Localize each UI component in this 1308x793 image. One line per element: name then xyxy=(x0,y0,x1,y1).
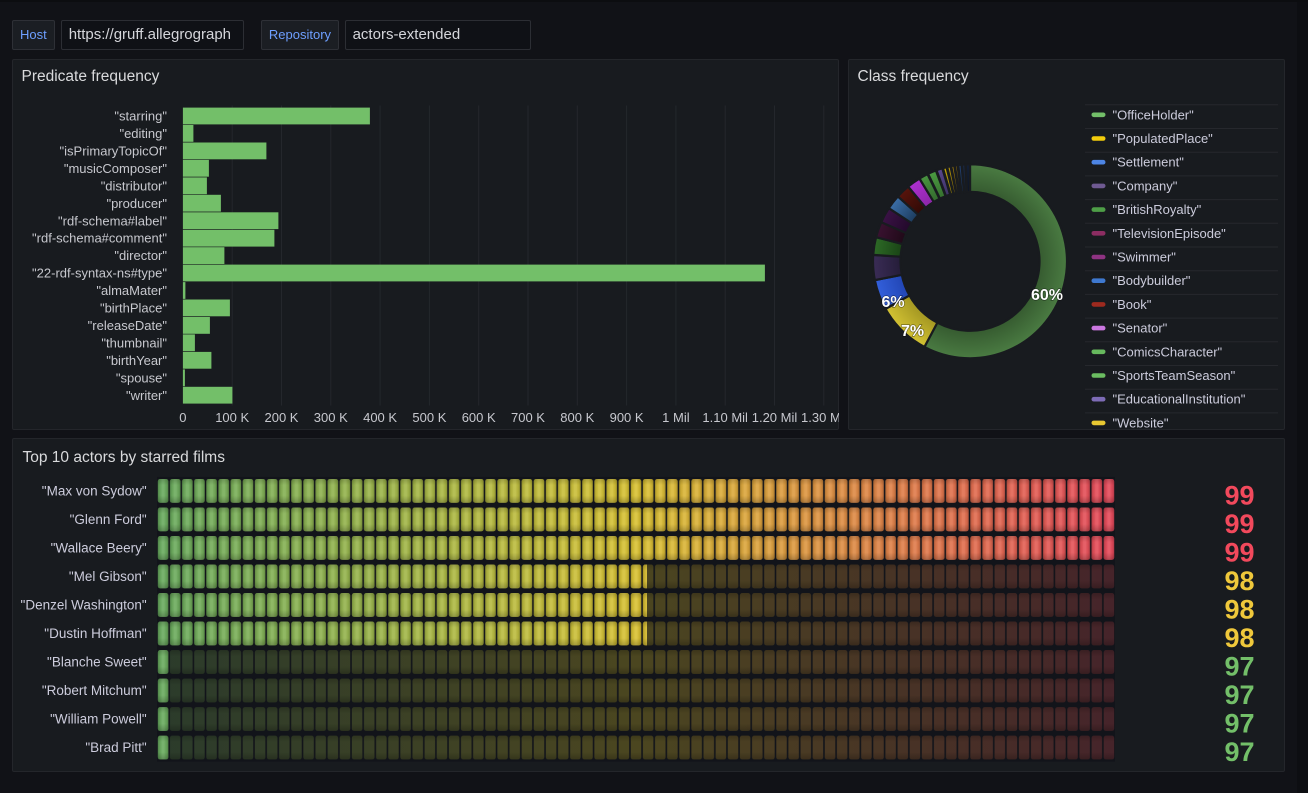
svg-text:"musicComposer": "musicComposer" xyxy=(63,161,167,176)
svg-text:"William Powell": "William Powell" xyxy=(50,711,147,726)
svg-text:"editing": "editing" xyxy=(119,126,167,141)
svg-text:700 K: 700 K xyxy=(511,410,545,425)
svg-text:99: 99 xyxy=(1224,508,1254,538)
svg-text:300 K: 300 K xyxy=(313,410,347,425)
svg-text:"Senator": "Senator" xyxy=(1113,320,1168,335)
svg-text:"PopulatedPlace": "PopulatedPlace" xyxy=(1113,131,1214,146)
svg-text:"OfficeHolder": "OfficeHolder" xyxy=(1113,107,1195,122)
svg-text:800 K: 800 K xyxy=(560,410,594,425)
svg-text:"Mel Gibson": "Mel Gibson" xyxy=(68,569,146,584)
svg-text:"SportsTeamSeason": "SportsTeamSeason" xyxy=(1113,368,1236,383)
svg-text:"almaMater": "almaMater" xyxy=(96,283,167,298)
svg-text:99: 99 xyxy=(1224,480,1254,510)
svg-text:"TelevisionEpisode": "TelevisionEpisode" xyxy=(1113,225,1227,240)
svg-text:"Denzel Washington": "Denzel Washington" xyxy=(20,597,146,612)
svg-text:"director": "director" xyxy=(114,248,167,263)
svg-text:97: 97 xyxy=(1224,651,1254,681)
svg-text:1.10 Mil: 1.10 Mil xyxy=(702,410,748,425)
svg-text:60%: 60% xyxy=(1031,286,1063,303)
svg-text:"Swimmer": "Swimmer" xyxy=(1113,249,1177,264)
svg-text:"birthPlace": "birthPlace" xyxy=(99,300,166,315)
svg-text:"releaseDate": "releaseDate" xyxy=(87,318,167,333)
svg-text:"Wallace Beery": "Wallace Beery" xyxy=(50,540,146,555)
svg-text:"Max von Sydow": "Max von Sydow" xyxy=(41,483,146,498)
svg-text:"EducationalInstitution": "EducationalInstitution" xyxy=(1113,391,1246,406)
svg-text:98: 98 xyxy=(1224,566,1254,596)
svg-text:99: 99 xyxy=(1224,537,1254,567)
svg-text:6%: 6% xyxy=(881,293,904,310)
svg-text:500 K: 500 K xyxy=(412,410,446,425)
svg-text:"Bodybuilder": "Bodybuilder" xyxy=(1113,273,1191,288)
svg-text:"starring": "starring" xyxy=(114,108,167,123)
svg-text:200 K: 200 K xyxy=(264,410,298,425)
svg-text:400 K: 400 K xyxy=(363,410,397,425)
svg-text:Top 10 actors by starred films: Top 10 actors by starred films xyxy=(22,449,225,466)
svg-text:"Company": "Company" xyxy=(1113,178,1178,193)
svg-text:1.20 Mil: 1.20 Mil xyxy=(751,410,797,425)
svg-text:98: 98 xyxy=(1224,594,1254,624)
svg-text:"Robert Mitchum": "Robert Mitchum" xyxy=(41,683,146,698)
svg-text:97: 97 xyxy=(1224,680,1254,710)
svg-text:0: 0 xyxy=(179,410,186,425)
svg-text:"thumbnail": "thumbnail" xyxy=(101,335,167,350)
svg-text:7%: 7% xyxy=(901,322,924,339)
svg-text:"BritishRoyalty": "BritishRoyalty" xyxy=(1113,202,1202,217)
svg-text:900 K: 900 K xyxy=(609,410,643,425)
svg-text:1 Mil: 1 Mil xyxy=(662,410,690,425)
svg-text:"Blanche Sweet": "Blanche Sweet" xyxy=(47,654,147,669)
svg-text:98: 98 xyxy=(1224,623,1254,653)
svg-text:"Settlement": "Settlement" xyxy=(1113,154,1185,169)
svg-text:"producer": "producer" xyxy=(106,195,167,210)
svg-text:"isPrimaryTopicOf": "isPrimaryTopicOf" xyxy=(59,143,167,158)
svg-text:"Dustin Hoffman": "Dustin Hoffman" xyxy=(44,626,147,641)
svg-text:"rdf-schema#comment": "rdf-schema#comment" xyxy=(32,230,167,245)
svg-text:1.30 Mil: 1.30 Mil xyxy=(801,410,839,425)
svg-text:"Book": "Book" xyxy=(1113,297,1152,312)
svg-text:"writer": "writer" xyxy=(125,387,166,402)
svg-text:"rdf-schema#label": "rdf-schema#label" xyxy=(58,213,167,228)
svg-text:Predicate frequency: Predicate frequency xyxy=(21,68,159,85)
svg-text:"Website": "Website" xyxy=(1113,415,1169,430)
svg-text:"distributor": "distributor" xyxy=(100,178,167,193)
svg-text:Class frequency: Class frequency xyxy=(858,68,969,85)
svg-text:100 K: 100 K xyxy=(215,410,249,425)
svg-text:"22-rdf-syntax-ns#type": "22-rdf-syntax-ns#type" xyxy=(32,265,167,280)
svg-text:600 K: 600 K xyxy=(461,410,495,425)
svg-text:"ComicsCharacter": "ComicsCharacter" xyxy=(1113,344,1223,359)
svg-text:97: 97 xyxy=(1224,708,1254,738)
svg-text:97: 97 xyxy=(1224,737,1254,767)
svg-text:"birthYear": "birthYear" xyxy=(106,353,167,368)
svg-text:"Glenn Ford": "Glenn Ford" xyxy=(69,511,146,526)
svg-text:"Brad Pitt": "Brad Pitt" xyxy=(85,740,147,755)
svg-text:"spouse": "spouse" xyxy=(115,370,167,385)
